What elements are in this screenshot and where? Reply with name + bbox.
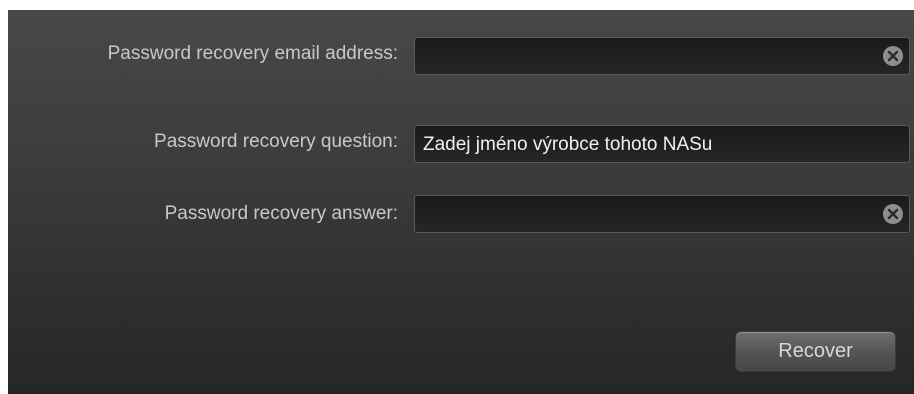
email-field[interactable]	[414, 37, 910, 75]
recover-button[interactable]: Recover	[735, 331, 896, 372]
question-field[interactable]: Zadej jméno výrobce tohoto NASu	[414, 125, 910, 163]
email-label: Password recovery email address:	[107, 43, 398, 64]
answer-label: Password recovery answer:	[164, 203, 398, 224]
answer-field[interactable]	[414, 195, 910, 233]
question-label: Password recovery question:	[154, 131, 398, 152]
question-value: Zadej jméno výrobce tohoto NASu	[423, 134, 713, 155]
password-recovery-panel: Password recovery email address: Passwor…	[8, 10, 914, 394]
clear-answer-icon[interactable]	[883, 204, 903, 224]
clear-email-icon[interactable]	[883, 46, 903, 66]
